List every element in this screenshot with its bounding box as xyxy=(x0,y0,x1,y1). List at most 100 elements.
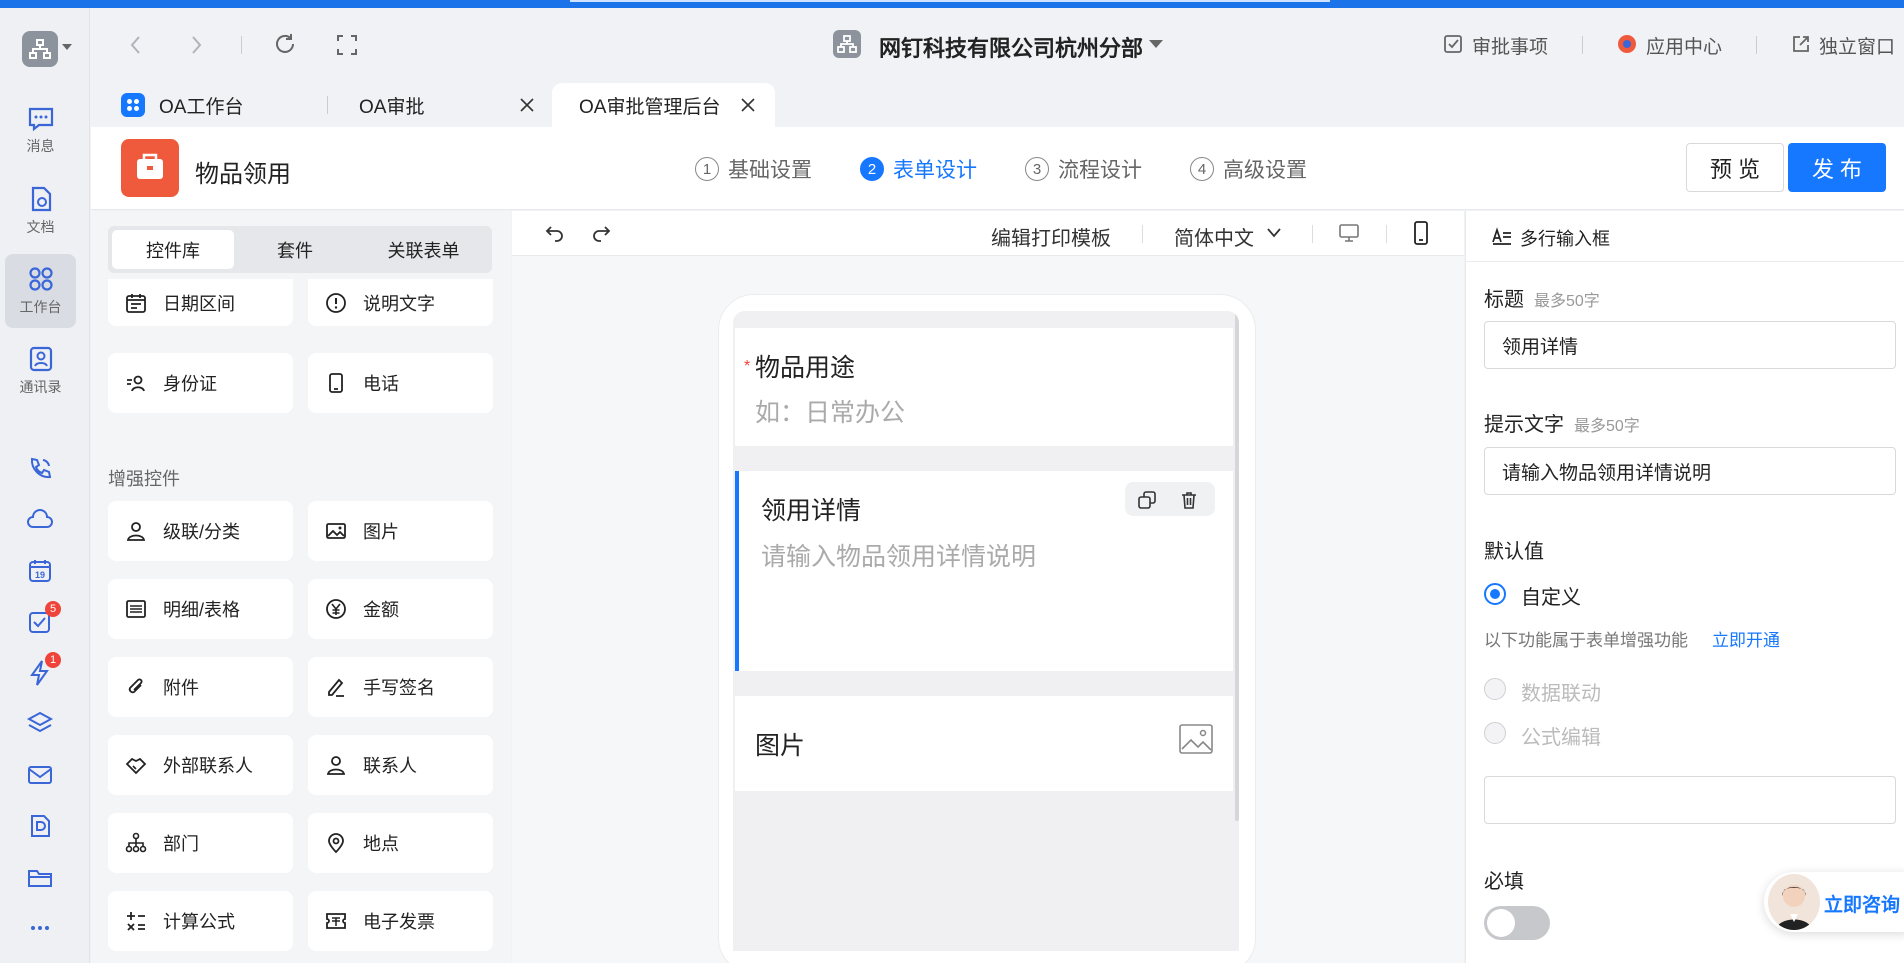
widget-image[interactable]: 图片 xyxy=(308,501,493,561)
form-field-item-detail[interactable]: 领用详情 请输入物品领用详情说明 xyxy=(735,471,1233,671)
enhance-note: 以下功能属于表单增强功能 xyxy=(1484,631,1688,650)
attachment-icon xyxy=(128,678,143,694)
widget-formula[interactable]: 计算公式 xyxy=(108,891,293,951)
contacts-icon xyxy=(29,346,52,372)
required-toggle[interactable] xyxy=(1484,906,1550,940)
seg-suite[interactable]: 套件 xyxy=(234,230,356,269)
widget-e-invoice[interactable]: 电子发票 xyxy=(308,891,493,951)
org-switch-icon[interactable] xyxy=(22,31,58,67)
calendar-19-icon[interactable]: 19 xyxy=(25,556,55,586)
desktop-view-icon[interactable] xyxy=(1338,223,1360,243)
widget-id-card[interactable]: 身份证 xyxy=(108,353,293,413)
widget-location[interactable]: 地点 xyxy=(308,813,493,873)
widget-department[interactable]: 部门 xyxy=(108,813,293,873)
refresh-icon[interactable] xyxy=(273,32,297,56)
radio-custom[interactable] xyxy=(1484,583,1506,605)
calendar-icon xyxy=(126,293,146,313)
rail-item-docs[interactable]: 文档 xyxy=(5,174,76,248)
widget-cascade[interactable]: 级联/分类 xyxy=(108,501,293,561)
standalone-window-link[interactable]: 独立窗口 xyxy=(1819,32,1895,59)
default-value-label: 默认值 xyxy=(1484,541,1544,563)
fullscreen-icon[interactable] xyxy=(336,34,358,56)
approval-items-link[interactable]: 审批事项 xyxy=(1472,32,1548,59)
back-icon[interactable] xyxy=(126,33,146,57)
scrollbar[interactable] xyxy=(1235,311,1239,821)
delete-icon[interactable] xyxy=(1179,490,1199,510)
todo-icon[interactable]: 5 xyxy=(25,601,61,637)
money-icon xyxy=(326,599,346,619)
rail-item-contacts[interactable]: 通讯录 xyxy=(5,334,76,408)
image-icon xyxy=(326,523,346,539)
location-icon xyxy=(328,833,344,854)
preview-button[interactable]: 预 览 xyxy=(1686,143,1784,192)
step-basic[interactable]: 1 基础设置 xyxy=(695,154,812,184)
app-center-link[interactable]: 应用中心 xyxy=(1646,32,1722,59)
close-icon[interactable] xyxy=(740,97,756,113)
widget-phone[interactable]: 电话 xyxy=(308,353,493,413)
dingdoc-icon[interactable] xyxy=(25,811,55,841)
title-hint: 最多50字 xyxy=(1534,293,1600,310)
step-form-design[interactable]: 2 表单设计 xyxy=(860,154,977,184)
publish-button[interactable]: 发 布 xyxy=(1788,143,1886,192)
org-icon xyxy=(833,30,861,58)
widget-amount[interactable]: 金额 xyxy=(308,579,493,639)
widget-date-range[interactable]: 日期区间 xyxy=(108,279,293,326)
workbench-icon xyxy=(28,267,53,291)
layers-icon[interactable] xyxy=(25,709,55,739)
org-dropdown-icon[interactable] xyxy=(1149,40,1163,48)
form-field-item-image[interactable]: 图片 xyxy=(735,696,1233,791)
copy-icon[interactable] xyxy=(1137,490,1157,510)
rail-label: 消息 xyxy=(26,138,55,154)
seg-widget-library[interactable]: 控件库 xyxy=(112,230,234,269)
folder-icon[interactable] xyxy=(25,862,55,892)
enhance-open-link[interactable]: 立即开通 xyxy=(1712,626,1780,651)
properties-header: 多行输入框 xyxy=(1466,211,1904,262)
more-icon[interactable] xyxy=(25,913,55,943)
edit-print-template-link[interactable]: 编辑打印模板 xyxy=(991,222,1111,251)
document-icon xyxy=(31,186,51,212)
rail-item-messages[interactable]: 消息 xyxy=(5,94,76,168)
undo-icon[interactable] xyxy=(544,222,566,244)
call-icon[interactable] xyxy=(25,454,55,484)
toolbox-icon xyxy=(121,139,179,197)
consult-widget[interactable]: 立即咨询 xyxy=(1764,872,1904,932)
widget-external-contact[interactable]: 外部联系人 xyxy=(108,735,293,795)
step-advanced[interactable]: 4 高级设置 xyxy=(1190,154,1307,184)
rail-label: 文档 xyxy=(26,219,55,235)
step-flow-design[interactable]: 3 流程设计 xyxy=(1025,154,1142,184)
field-label: 物品用途 xyxy=(755,354,856,382)
ding-icon[interactable]: 1 xyxy=(25,652,61,688)
widget-detail-table[interactable]: 明细/表格 xyxy=(108,579,293,639)
close-icon[interactable] xyxy=(519,97,535,113)
avatar xyxy=(1768,874,1820,930)
chevron-down-icon[interactable] xyxy=(1266,227,1282,239)
language-select[interactable]: 简体中文 xyxy=(1174,222,1254,251)
seg-linked-form[interactable]: 关联表单 xyxy=(356,230,491,269)
placeholder-input[interactable]: 请输入物品领用详情说明 xyxy=(1484,447,1896,495)
redo-icon[interactable] xyxy=(590,222,612,244)
org-name[interactable]: 网钉科技有限公司杭州分部 xyxy=(879,31,1143,63)
mobile-view-icon[interactable] xyxy=(1413,221,1429,245)
rail-item-workbench[interactable]: 工作台 xyxy=(5,254,76,328)
radio-formula-edit[interactable] xyxy=(1484,722,1506,744)
chevron-down-icon[interactable] xyxy=(62,44,72,50)
widget-library-panel: 控件库 套件 关联表单 日期区间 说明文字 身份证 电话 增强控件 级联/分类 … xyxy=(91,211,511,963)
widget-contact[interactable]: 联系人 xyxy=(308,735,493,795)
title-input[interactable]: 领用详情 xyxy=(1484,321,1896,369)
widget-signature[interactable]: 手写签名 xyxy=(308,657,493,717)
properties-panel: 多行输入框 标题 最多50字 领用详情 提示文字 最多50字 请输入物品领用详情说明… xyxy=(1465,211,1904,963)
widget-description-text[interactable]: 说明文字 xyxy=(308,279,493,326)
cloud-icon[interactable] xyxy=(25,505,55,535)
default-value-input[interactable] xyxy=(1484,776,1896,824)
approval-check-icon xyxy=(1443,34,1463,54)
widget-attachment[interactable]: 附件 xyxy=(108,657,293,717)
tab-bar: OA工作台 OA审批 OA审批管理后台 xyxy=(91,83,1904,127)
tab-oa-workbench[interactable]: OA工作台 xyxy=(121,83,321,127)
radio-data-link[interactable] xyxy=(1484,678,1506,700)
forward-icon[interactable] xyxy=(186,33,206,57)
canvas-toolbar: 编辑打印模板 简体中文 xyxy=(512,211,1464,256)
form-field-item-purpose[interactable]: * 物品用途 如：日常办公 xyxy=(735,328,1233,446)
mail-icon[interactable] xyxy=(25,760,55,790)
tab-oa-approval[interactable]: OA审批 xyxy=(359,83,539,127)
radio-data-link-label: 数据联动 xyxy=(1521,683,1601,705)
